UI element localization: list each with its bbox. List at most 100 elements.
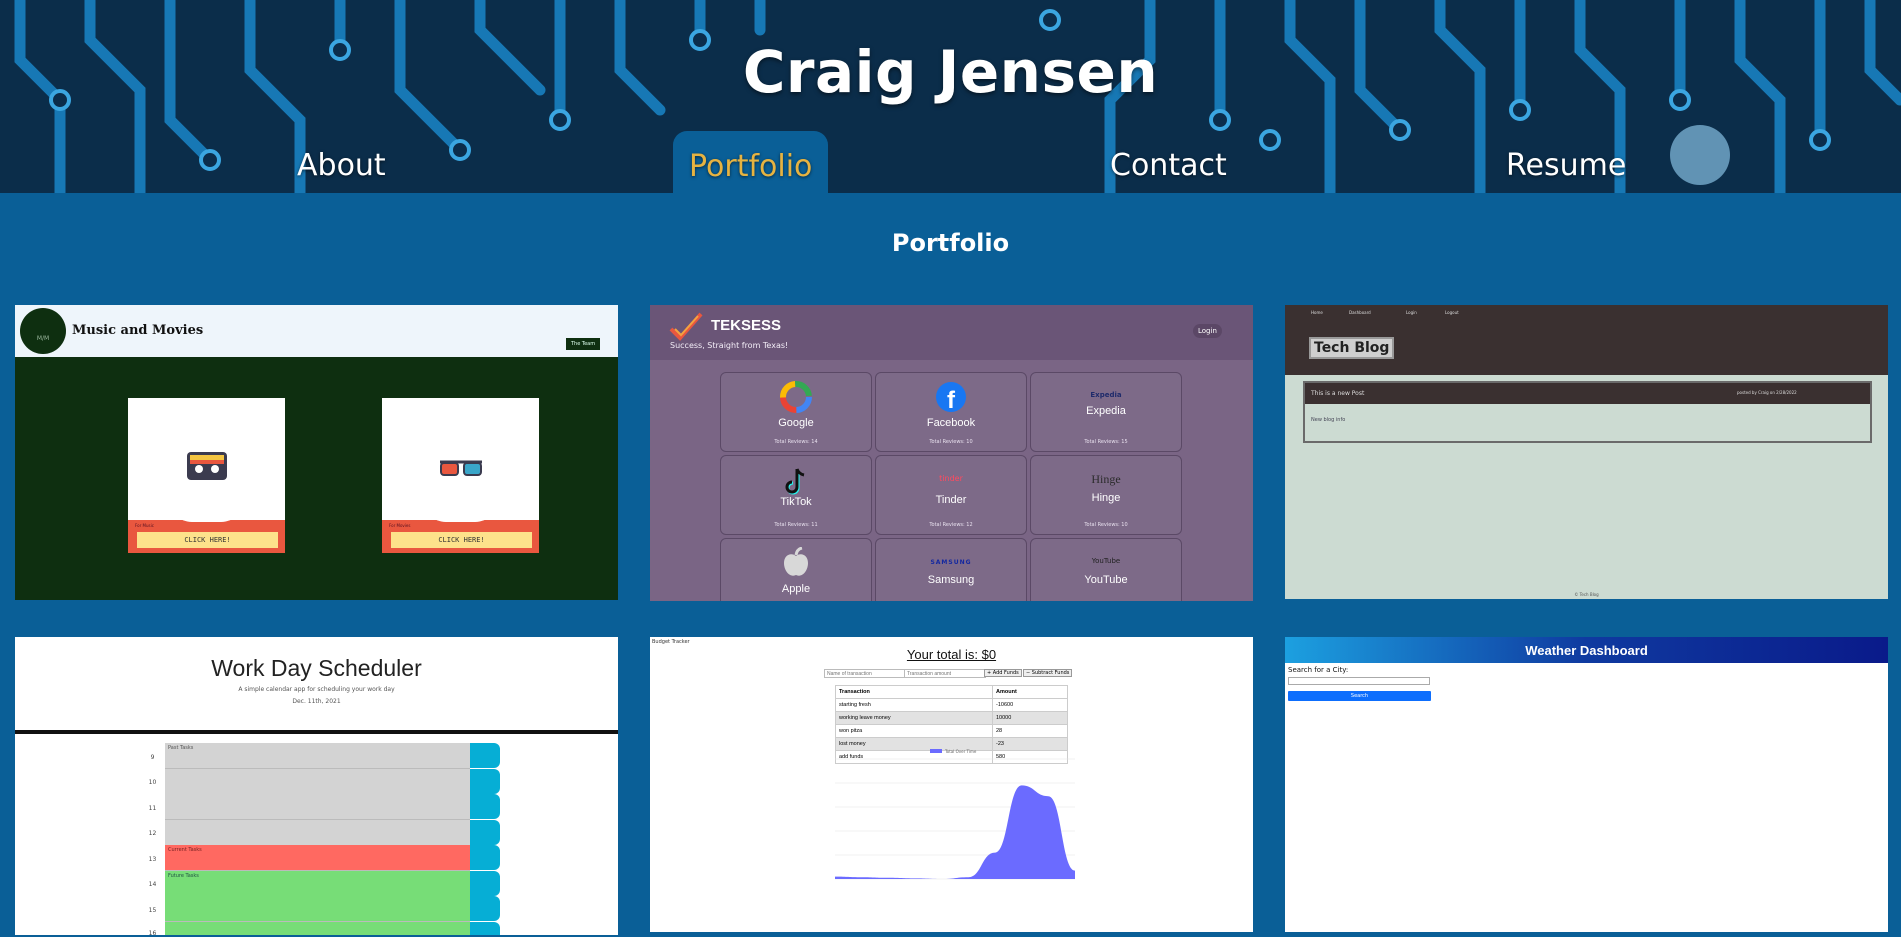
hour-label: 14 (148, 881, 157, 888)
time-block-present[interactable]: Current Tasks (165, 845, 470, 871)
login-button[interactable]: Login (1193, 324, 1222, 338)
project-card-teksess[interactable]: TEKSESS Success, Straight from Texas! Lo… (650, 305, 1253, 601)
transaction-name-input[interactable] (824, 669, 906, 678)
tile-facebook[interactable]: f Facebook Total Reviews: 10 (875, 372, 1027, 452)
time-block-future[interactable] (165, 922, 470, 935)
music-card[interactable]: For Music CLICK HERE! (128, 398, 285, 553)
hour-label: 11 (148, 805, 157, 812)
for-movies-label: For Movies (389, 523, 411, 528)
movies-click-button[interactable]: CLICK HERE! (390, 531, 533, 549)
chart-series-area (835, 785, 1075, 879)
tile-samsung[interactable]: SAMSUNG Samsung (875, 538, 1027, 601)
blog-footer: © Tech Blog (1574, 592, 1599, 597)
teksess-tagline: Success, Straight from Texas! (670, 341, 789, 350)
table-cell: working leave money (835, 711, 993, 725)
table-row: won pitza 28 (835, 724, 1068, 738)
hour-label: 10 (148, 779, 157, 786)
future-tasks-label: Future Tasks (168, 873, 199, 879)
scheduler-date: Dec. 11th, 2021 (292, 698, 341, 705)
nav-contact[interactable]: Contact (1110, 148, 1227, 183)
nav-about[interactable]: About (297, 148, 386, 183)
chart-legend: Total Over Time (944, 749, 977, 754)
save-icon[interactable] (470, 820, 500, 845)
google-icon (780, 381, 812, 413)
table-cell: 28 (992, 724, 1068, 738)
tile-hinge[interactable]: Hinge Hinge Total Reviews: 10 (1030, 455, 1182, 535)
blog-nav-login[interactable]: Login (1406, 310, 1417, 315)
tile-google[interactable]: Google Total Reviews: 14 (720, 372, 872, 452)
search-button[interactable]: Search (1288, 691, 1431, 701)
blog-title: Tech Blog (1309, 337, 1395, 359)
project-card-tech-blog[interactable]: Home Dashboard Login Logout Tech Blog Th… (1285, 305, 1888, 599)
music-title: Music and Movies (72, 323, 204, 338)
music-click-button[interactable]: CLICK HERE! (136, 531, 279, 549)
time-block-future[interactable] (165, 896, 470, 922)
table-cell: 10000 (992, 711, 1068, 725)
nav-portfolio[interactable]: Portfolio (673, 131, 829, 193)
scheduler-divider (15, 730, 618, 734)
save-icon[interactable] (470, 794, 500, 819)
past-tasks-label: Past Tasks (168, 745, 194, 751)
tile-expedia[interactable]: Expedia Expedia Total Reviews: 15 (1030, 372, 1182, 452)
legend-swatch (930, 749, 942, 753)
save-icon[interactable] (470, 896, 500, 921)
post-meta: posted by Craig on 2/28/2022 (1737, 390, 1797, 395)
tile-reviews: Total Reviews: 10 (929, 439, 973, 445)
checkmark-logo-icon (669, 312, 703, 341)
project-card-budget-tracker[interactable]: Budget Tracker Your total is: $0 + Add F… (650, 637, 1253, 932)
tile-name: Expedia (1086, 405, 1126, 417)
add-funds-button[interactable]: + Add Funds (984, 669, 1022, 677)
save-icon[interactable] (470, 922, 500, 935)
site-title: Craig Jensen (742, 38, 1159, 106)
tile-apple[interactable]: Apple (720, 538, 872, 601)
time-block-past[interactable] (165, 794, 470, 820)
total-over-time-chart: Total Over Time (835, 749, 1075, 880)
tile-reviews: Total Reviews: 14 (774, 439, 818, 445)
hour-label: 12 (148, 830, 157, 837)
save-icon[interactable] (470, 845, 500, 870)
save-icon[interactable] (470, 769, 500, 794)
cassette-icon (187, 452, 227, 480)
table-row: working leave money 10000 (835, 711, 1068, 725)
time-block-past[interactable]: Past Tasks (165, 743, 470, 769)
nav-resume[interactable]: Resume (1506, 148, 1626, 183)
project-card-weather[interactable]: Weather Dashboard Search for a City: Sea… (1285, 637, 1888, 932)
blog-nav-home[interactable]: Home (1311, 310, 1323, 315)
time-block-past[interactable] (165, 820, 470, 846)
city-search-label: Search for a City: (1288, 666, 1349, 674)
time-block-future[interactable]: Future Tasks (165, 871, 470, 897)
tinder-icon: tinder (939, 474, 963, 483)
save-icon[interactable] (470, 743, 500, 768)
facebook-icon: f (936, 382, 966, 413)
weather-title: Weather Dashboard (1525, 643, 1648, 658)
hour-label: 9 (150, 754, 155, 761)
blog-nav-logout[interactable]: Logout (1445, 310, 1459, 315)
tile-name: Hinge (1091, 492, 1121, 504)
tile-reviews: Total Reviews: 10 (1084, 522, 1128, 528)
tile-youtube[interactable]: YouTube YouTube (1030, 538, 1182, 601)
tile-name: TikTok (780, 496, 812, 508)
table-cell: -10600 (992, 698, 1068, 712)
tile-name: Apple (781, 583, 811, 595)
blog-nav-dashboard[interactable]: Dashboard (1349, 310, 1371, 315)
tiktok-icon (785, 468, 805, 495)
blog-post[interactable]: This is a new Post posted by Craig on 2/… (1303, 381, 1872, 443)
svg-text:f: f (947, 387, 956, 413)
tile-tinder[interactable]: tinder Tinder Total Reviews: 12 (875, 455, 1027, 535)
teksess-brand: TEKSESS (711, 317, 782, 334)
transaction-amount-input[interactable] (904, 669, 986, 678)
save-icon[interactable] (470, 871, 500, 896)
tile-reviews: Total Reviews: 11 (774, 522, 818, 528)
subtract-funds-button[interactable]: − Subtract Funds (1023, 669, 1073, 677)
3d-glasses-icon (440, 460, 482, 476)
budget-total: Your total is: $0 (906, 647, 997, 662)
project-card-scheduler[interactable]: Work Day Scheduler A simple calendar app… (15, 637, 618, 935)
movies-card[interactable]: For Movies CLICK HERE! (382, 398, 539, 553)
tile-tiktok[interactable]: TikTok Total Reviews: 11 (720, 455, 872, 535)
project-card-music-movies[interactable]: M/M Music and Movies The Team For Music … (15, 305, 618, 600)
city-search-input[interactable] (1288, 677, 1430, 685)
time-block-past[interactable] (165, 769, 470, 795)
apple-icon (784, 547, 808, 576)
team-button[interactable]: The Team (566, 338, 601, 350)
section-title: Portfolio (891, 229, 1010, 257)
